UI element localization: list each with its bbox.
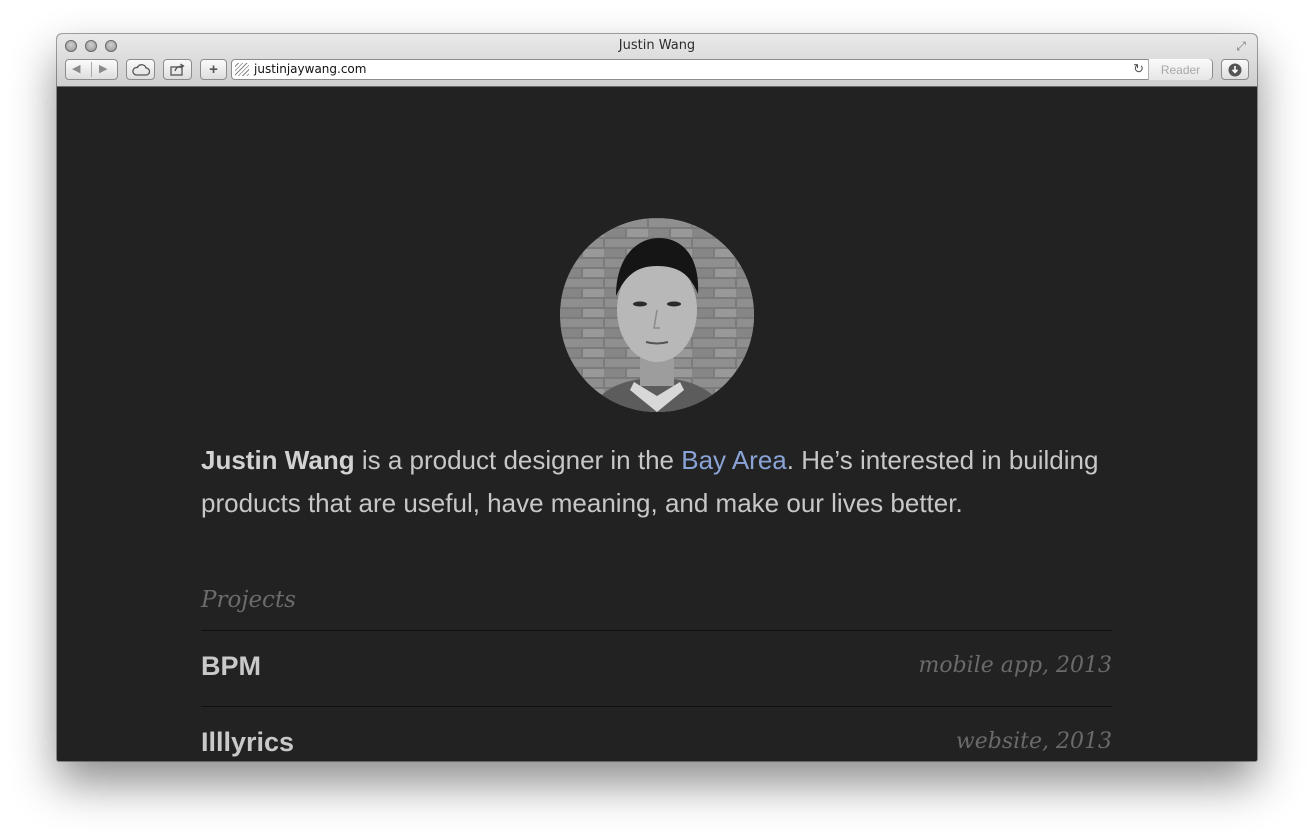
divider [201, 706, 1112, 707]
reload-icon[interactable]: ↻ [1133, 61, 1144, 77]
browser-toolbar: Justin Wang ⤢ ◀ ▶ + justinjaywang.com ↻ … [57, 34, 1257, 87]
project-illlyrics-meta: website, 2013 [955, 729, 1112, 754]
cloud-icon [131, 63, 150, 76]
add-bookmark-button[interactable]: + [200, 59, 227, 80]
address-bar[interactable]: justinjaywang.com ↻ Reader [231, 59, 1213, 80]
reader-button[interactable]: Reader [1148, 59, 1212, 80]
downloads-button[interactable] [1221, 59, 1249, 80]
forward-arrow-icon[interactable]: ▶ [99, 62, 107, 75]
project-bpm-meta: mobile app, 2013 [918, 653, 1112, 678]
back-arrow-icon[interactable]: ◀ [72, 62, 80, 75]
author-name: Justin Wang [201, 445, 355, 475]
url-field[interactable]: justinjaywang.com [254, 62, 366, 76]
share-button[interactable] [163, 59, 192, 80]
browser-window: Justin Wang ⤢ ◀ ▶ + justinjaywang.com ↻ … [57, 34, 1257, 761]
intro-text-1: is a product designer in the [354, 445, 682, 475]
avatar [560, 218, 754, 412]
portrait-photo [560, 218, 754, 412]
window-title: Justin Wang [618, 38, 696, 53]
page-content: Justin Wang is a product designer in the… [57, 87, 1257, 761]
icloud-tabs-button[interactable] [126, 59, 155, 80]
project-illlyrics-link[interactable]: Illlyrics [201, 727, 294, 758]
site-favicon-icon [235, 63, 249, 76]
download-icon [1228, 63, 1242, 76]
intro-paragraph: Justin Wang is a product designer in the… [201, 439, 1121, 525]
fullscreen-icon[interactable]: ⤢ [1234, 39, 1248, 53]
project-bpm-link[interactable]: BPM [201, 651, 261, 682]
divider [201, 630, 1112, 631]
share-icon [169, 63, 185, 76]
bay-area-link[interactable]: Bay Area [681, 445, 787, 475]
back-forward-buttons: ◀ ▶ [65, 59, 118, 80]
projects-heading: Projects [201, 587, 296, 613]
